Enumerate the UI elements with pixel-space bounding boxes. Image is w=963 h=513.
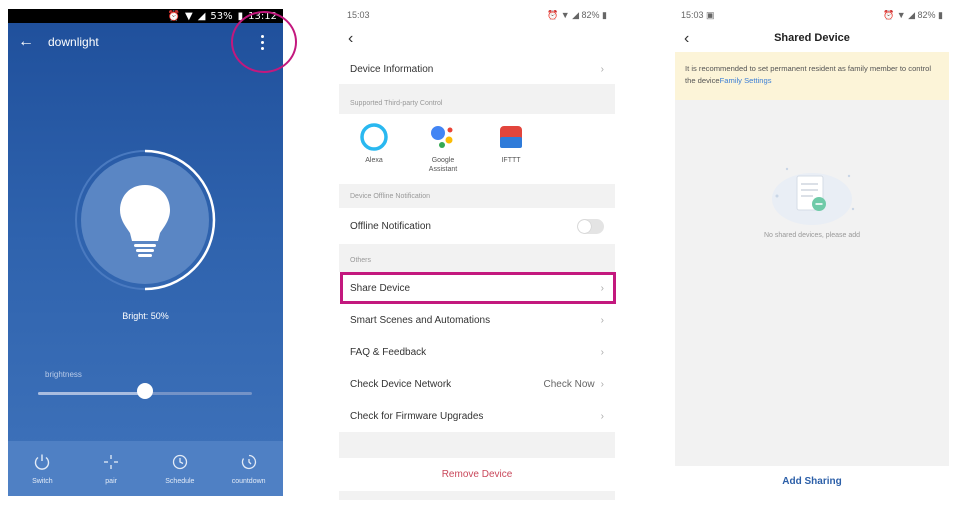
status-icons: ⏰ ▼ ◢ 82% ▮ [546,9,607,20]
menu-row-check-network[interactable]: Check Device Network Check Now › [339,368,615,400]
row-label: Smart Scenes and Automations [350,314,491,326]
signal-icon: ◢ [197,10,206,22]
image-notification-icon: ▣ [706,9,715,20]
brightness-slider-fill [38,392,145,395]
device-settings-screen: 15:03 ⏰ ▼ ◢ 82% ▮ ‹ Device Information ›… [339,4,615,500]
status-bar: 15:03 ▣ ⏰ ▼ ◢ 82% ▮ [675,4,949,26]
bottom-tab-bar: Switch pair Schedule countdown [8,441,283,496]
row-label: FAQ & Feedback [350,346,427,358]
alexa-label: Alexa [365,157,383,164]
status-time: 15:03 [347,10,370,20]
family-settings-link[interactable]: Family Settings [720,76,772,85]
tab-label: Schedule [165,478,195,485]
ifttt-item[interactable]: IFTTT [481,122,541,165]
nav-bar [339,26,615,54]
wifi-icon: ▼ [185,10,193,22]
tab-label: pair [105,478,117,485]
row-label: Device Information [350,63,434,75]
ifttt-label: IFTTT [501,157,521,164]
chevron-right-icon: › [600,378,604,390]
battery-level: 53% [210,10,233,22]
brightness-label: brightness [45,370,82,379]
brightness-slider-thumb[interactable] [137,383,153,399]
timer-icon [241,454,256,470]
alexa-icon [360,123,388,151]
section-header-offline: Device Offline Notification [350,193,431,200]
chevron-right-icon: › [600,314,604,326]
menu-row-smart-scenes[interactable]: Smart Scenes and Automations › [339,304,615,336]
chevron-right-icon: › [600,346,604,358]
offline-notification-toggle[interactable] [577,218,604,234]
row-label: Offline Notification [350,220,431,232]
chevron-right-icon: › [600,63,604,75]
device-title: downlight [48,35,99,49]
device-information-row[interactable]: Device Information › [339,54,615,84]
row-label: Check for Firmware Upgrades [350,410,484,422]
section-header-others: Others [350,257,372,264]
google-assistant-label: Google Assistant [428,157,458,173]
tab-schedule[interactable]: Schedule [146,441,215,496]
tab-label: countdown [231,478,266,485]
back-chevron-icon[interactable]: ‹ [348,26,353,52]
menu-row-faq-feedback[interactable]: FAQ & Feedback › [339,336,615,368]
row-label: Check Device Network [350,378,452,390]
brightness-readout: Bright: 50% [122,311,169,321]
clock-icon [172,454,188,470]
battery-level: 82% [581,9,600,20]
status-time: 15:03 ▣ [681,9,715,20]
share-device-highlight-box [340,272,616,304]
remove-device-button[interactable]: Remove Device [339,458,615,491]
status-icons: ⏰ ▼ ◢ 82% ▮ [882,9,943,20]
tab-countdown[interactable]: countdown [214,441,283,496]
ifttt-icon [500,126,522,148]
menu-row-firmware-upgrade[interactable]: Check for Firmware Upgrades › [339,400,615,432]
section-header-third-party: Supported Third-party Control [350,100,443,107]
light-control-screen: ⏰ ▼ ◢ 53% ▮ 13:12 ← downlight Bright: 50… [8,9,283,496]
shared-device-screen: 15:03 ▣ ⏰ ▼ ◢ 82% ▮ ‹ Shared Device It i… [675,4,949,496]
alexa-item[interactable]: Alexa [344,122,404,165]
family-notice-banner: It is recommended to set permanent resid… [675,52,949,100]
tab-pair[interactable]: pair [77,441,146,496]
alarm-icon: ⏰ [167,10,181,22]
page-title: Shared Device [774,32,850,44]
sparkle-icon [104,455,119,469]
add-sharing-button[interactable]: Add Sharing [675,466,949,496]
more-options-highlight-circle [231,11,297,73]
chevron-right-icon: › [600,410,604,422]
tab-switch[interactable]: Switch [8,441,77,496]
status-bar: 15:03 ⏰ ▼ ◢ 82% ▮ [339,4,615,26]
battery-level: 82% [917,9,936,20]
back-arrow-icon[interactable]: ← [18,32,34,52]
power-icon [35,454,50,470]
google-assistant-item[interactable]: Google Assistant [413,122,473,174]
check-now-link[interactable]: Check Now [544,379,595,390]
tab-label: Switch [32,478,53,485]
bulb-power-ring[interactable] [74,149,216,291]
offline-notification-row: Offline Notification [339,208,615,244]
google-assistant-icon [431,126,453,148]
empty-document-illustration [772,167,855,225]
empty-state-text: No shared devices, please add [763,232,861,239]
